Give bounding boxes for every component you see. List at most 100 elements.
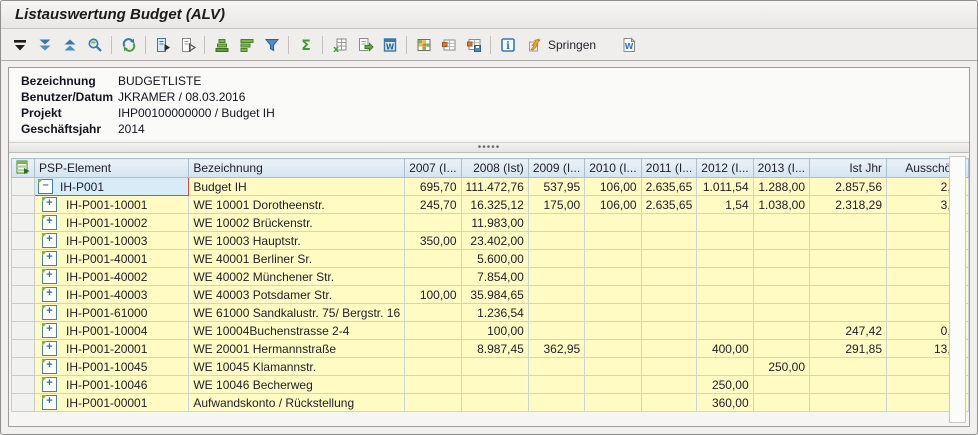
value-cell[interactable]: 100,00 xyxy=(461,322,528,340)
value-cell[interactable] xyxy=(585,304,641,322)
col-header-2013[interactable]: 2013 (I... xyxy=(753,159,809,178)
value-cell[interactable] xyxy=(697,250,753,268)
bezeichnung-cell[interactable]: WE 10003 Hauptstr. xyxy=(189,232,405,250)
value-cell[interactable]: 250,00 xyxy=(697,376,753,394)
value-cell[interactable] xyxy=(753,268,809,286)
row-selector[interactable] xyxy=(12,304,35,322)
value-cell[interactable] xyxy=(585,358,641,376)
col-header-2010[interactable]: 2010 (I... xyxy=(585,159,641,178)
change-layout-button[interactable] xyxy=(436,32,461,57)
value-cell[interactable] xyxy=(641,322,697,340)
value-cell[interactable] xyxy=(528,232,584,250)
choose-layout-button[interactable] xyxy=(411,32,436,57)
word-processing-button[interactable]: W xyxy=(377,32,402,57)
psp-element-cell[interactable]: +IH-P001-40002 xyxy=(35,268,189,286)
value-cell[interactable] xyxy=(585,232,641,250)
value-cell[interactable] xyxy=(641,394,697,412)
row-selector[interactable] xyxy=(12,178,35,196)
value-cell[interactable] xyxy=(810,286,887,304)
value-cell[interactable]: 247,42 xyxy=(810,322,887,340)
value-cell[interactable] xyxy=(641,304,697,322)
bezeichnung-cell[interactable]: WE 10002 Brückenstr. xyxy=(189,214,405,232)
psp-element-cell[interactable]: +IH-P001-10046 xyxy=(35,376,189,394)
col-header-ist-jhr[interactable]: Ist Jhr xyxy=(810,159,887,178)
value-cell[interactable]: 5.600,00 xyxy=(461,250,528,268)
value-cell[interactable] xyxy=(753,304,809,322)
value-cell[interactable] xyxy=(528,286,584,304)
value-cell[interactable]: 175,00 xyxy=(528,196,584,214)
expand-node-icon[interactable]: + xyxy=(42,305,57,320)
find-button[interactable] xyxy=(82,32,107,57)
value-cell[interactable]: 1.236,54 xyxy=(461,304,528,322)
value-cell[interactable] xyxy=(528,214,584,232)
select-all-header[interactable] xyxy=(12,159,35,178)
value-cell[interactable] xyxy=(405,322,461,340)
value-cell[interactable]: 106,00 xyxy=(585,178,641,196)
expand-node-icon[interactable]: + xyxy=(42,341,57,356)
filter-button[interactable] xyxy=(259,32,284,57)
value-cell[interactable]: 250,00 xyxy=(753,358,809,376)
row-selector[interactable] xyxy=(12,358,35,376)
value-cell[interactable]: 8.987,45 xyxy=(461,340,528,358)
value-cell[interactable]: 291,85 xyxy=(810,340,887,358)
value-cell[interactable] xyxy=(585,250,641,268)
value-cell[interactable] xyxy=(641,232,697,250)
expand-node-icon[interactable]: + xyxy=(42,197,57,212)
bezeichnung-cell[interactable]: WE 20001 Hermannstraße xyxy=(189,340,405,358)
value-cell[interactable] xyxy=(810,358,887,376)
value-cell[interactable] xyxy=(585,214,641,232)
value-cell[interactable]: 400,00 xyxy=(697,340,753,358)
col-header-bezeichnung[interactable]: Bezeichnung xyxy=(189,159,405,178)
row-selector[interactable] xyxy=(12,340,35,358)
value-cell[interactable] xyxy=(405,214,461,232)
value-cell[interactable]: 23.402,00 xyxy=(461,232,528,250)
value-cell[interactable] xyxy=(810,304,887,322)
bezeichnung-cell[interactable]: WE 10046 Becherweg xyxy=(189,376,405,394)
col-header-psp-element[interactable]: PSP-Element xyxy=(35,159,189,178)
row-selector[interactable] xyxy=(12,214,35,232)
expand-node-icon[interactable]: + xyxy=(42,251,57,266)
value-cell[interactable]: 2.635,65 xyxy=(641,196,697,214)
value-cell[interactable] xyxy=(528,376,584,394)
row-selector[interactable] xyxy=(12,196,35,214)
expand-node-icon[interactable]: + xyxy=(42,359,57,374)
value-cell[interactable] xyxy=(585,340,641,358)
sort-bars-button[interactable] xyxy=(234,32,259,57)
psp-element-cell[interactable]: +IH-P001-40003 xyxy=(35,286,189,304)
value-cell[interactable] xyxy=(405,340,461,358)
value-cell[interactable] xyxy=(585,268,641,286)
export-file-button[interactable] xyxy=(352,32,377,57)
sort-descending-button[interactable] xyxy=(32,32,57,57)
value-cell[interactable] xyxy=(697,322,753,340)
value-cell[interactable] xyxy=(697,214,753,232)
value-cell[interactable] xyxy=(697,358,753,376)
expand-node-icon[interactable]: + xyxy=(42,269,57,284)
value-cell[interactable]: 16.325,12 xyxy=(461,196,528,214)
bezeichnung-cell[interactable]: WE 61000 Sandkalustr. 75/ Bergstr. 16 xyxy=(189,304,405,322)
value-cell[interactable] xyxy=(585,394,641,412)
value-cell[interactable]: 7.854,00 xyxy=(461,268,528,286)
value-cell[interactable] xyxy=(810,268,887,286)
value-cell[interactable] xyxy=(697,286,753,304)
row-selector[interactable] xyxy=(12,322,35,340)
expand-node-icon[interactable]: + xyxy=(42,377,57,392)
value-cell[interactable]: 1.288,00 xyxy=(753,178,809,196)
bezeichnung-cell[interactable]: Budget IH xyxy=(189,178,405,196)
expand-node-icon[interactable]: + xyxy=(42,323,57,338)
col-header-2012[interactable]: 2012 (I... xyxy=(697,159,753,178)
value-cell[interactable] xyxy=(810,394,887,412)
row-selector[interactable] xyxy=(12,250,35,268)
col-header-2007[interactable]: 2007 (I... xyxy=(405,159,461,178)
value-cell[interactable] xyxy=(697,268,753,286)
psp-element-cell[interactable]: +IH-P001-00001 xyxy=(35,394,189,412)
bezeichnung-cell[interactable]: WE 40001 Berliner Sr. xyxy=(189,250,405,268)
bezeichnung-cell[interactable]: WE 40003 Potsdamer Str. xyxy=(189,286,405,304)
expand-node-icon[interactable]: + xyxy=(42,395,57,410)
value-cell[interactable]: 360,00 xyxy=(697,394,753,412)
value-cell[interactable] xyxy=(461,358,528,376)
psp-element-cell[interactable]: +IH-P001-10045 xyxy=(35,358,189,376)
value-cell[interactable] xyxy=(641,340,697,358)
col-header-2008[interactable]: 2008 (Ist) xyxy=(461,159,528,178)
psp-element-cell[interactable]: +IH-P001-10002 xyxy=(35,214,189,232)
sum-button[interactable]: Σ xyxy=(293,32,318,57)
